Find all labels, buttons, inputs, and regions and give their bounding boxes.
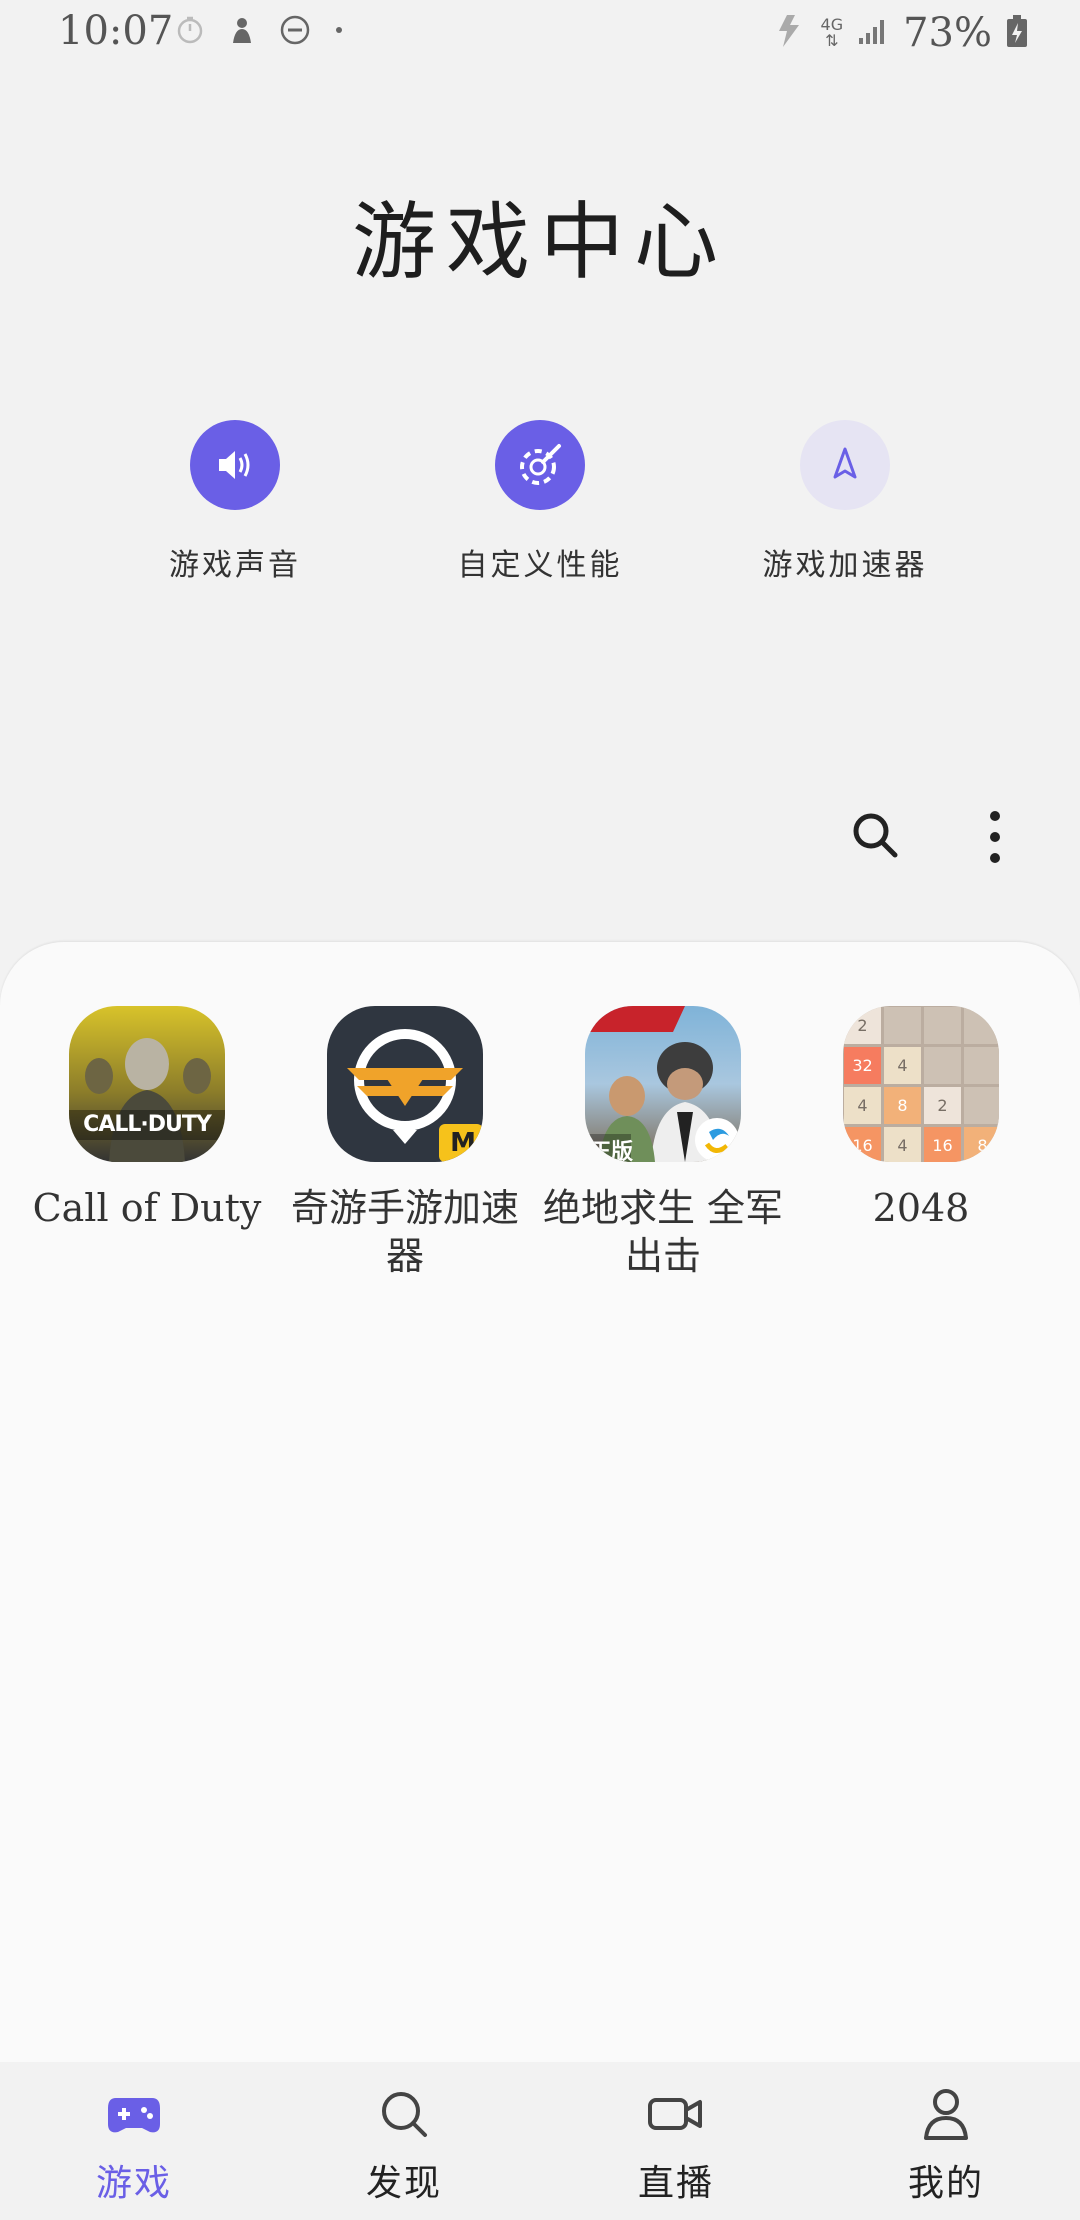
timer-icon (175, 15, 205, 49)
status-time: 10:07 (58, 8, 174, 54)
nav-tab-live[interactable]: 直播 (576, 2088, 776, 2206)
tile (884, 1007, 921, 1044)
signal-icon (857, 16, 889, 50)
nav-tab-profile[interactable]: 我的 (846, 2088, 1046, 2206)
custom-performance-label: 自定义性能 (457, 548, 623, 583)
games-panel: CALL·DUTY Call of Duty M 奇游手游加速器 正版 绝地求生… (0, 942, 1080, 2062)
call-of-duty-logo-text: CALL·DUTY (83, 1112, 212, 1137)
game-booster-button[interactable]: 游戏加速器 (725, 420, 965, 584)
rocket-icon (800, 420, 890, 510)
person-icon (918, 2088, 974, 2140)
qiyou-app-icon: M (327, 1006, 483, 1162)
gamepad-icon (106, 2088, 162, 2140)
tile: 2 (924, 1087, 961, 1124)
nav-label: 发现 (365, 2163, 442, 2204)
game-sound-label: 游戏声音 (169, 548, 301, 583)
bottom-navigation: 游戏 发现 直播 我的 (0, 2062, 1080, 2220)
performance-gear-icon (495, 420, 585, 510)
do-not-disturb-icon (279, 14, 311, 50)
tile: 4 (884, 1127, 921, 1162)
tile: 4 (884, 1047, 921, 1084)
tile (924, 1047, 961, 1084)
custom-performance-button[interactable]: 自定义性能 (420, 420, 660, 584)
tile (964, 1007, 999, 1044)
battery-percent: 73% (903, 10, 992, 56)
game-name: 绝地求生 全军出击 (542, 1186, 784, 1278)
nav-label: 游戏 (95, 2163, 172, 2204)
game-booster-label: 游戏加速器 (762, 548, 928, 583)
search-button[interactable] (850, 810, 900, 860)
tile (964, 1047, 999, 1084)
pubg-app-icon: 正版 (585, 1006, 741, 1162)
status-bar: 10:07 4G ⇅ 73% (0, 0, 1080, 64)
search-icon (376, 2088, 432, 2140)
page-title: 游戏中心 (351, 193, 728, 291)
game-item-2048[interactable]: 2 32 4 4 8 2 16 4 16 8 2048 (792, 1006, 1050, 1232)
network-4g-icon: 4G ⇅ (820, 15, 844, 50)
game-name: 奇游手游加速器 (290, 1186, 519, 1278)
game-item-qiyou-accelerator[interactable]: M 奇游手游加速器 (276, 1006, 534, 1280)
tile: 16 (844, 1127, 881, 1162)
game-item-pubg[interactable]: 正版 绝地求生 全军出击 (534, 1006, 792, 1280)
call-of-duty-app-icon: CALL·DUTY (69, 1006, 225, 1162)
qiyou-badge-text: M (450, 1128, 476, 1158)
tile (924, 1007, 961, 1044)
battery-icon (1006, 14, 1028, 52)
tile: 16 (924, 1127, 961, 1162)
nav-label: 直播 (637, 2163, 714, 2204)
tile: 8 (884, 1087, 921, 1124)
game-sound-button[interactable]: 游戏声音 (115, 420, 355, 584)
more-vert-icon (990, 811, 1000, 863)
game-name: Call of Duty (32, 1186, 262, 1230)
video-camera-icon (648, 2088, 704, 2140)
speaker-icon (190, 420, 280, 510)
quick-actions: 游戏声音 自定义性能 游戏加速器 (0, 420, 1080, 590)
game-item-call-of-duty[interactable]: CALL·DUTY Call of Duty (18, 1006, 276, 1232)
pubg-badge-text: 正版 (589, 1140, 634, 1162)
game-figure-icon (227, 15, 257, 49)
tile (964, 1087, 999, 1124)
more-options-button[interactable] (970, 810, 1020, 864)
search-icon (853, 813, 898, 858)
game-name: 2048 (872, 1186, 970, 1230)
charging-bolt-icon (773, 13, 807, 53)
tile: 8 (964, 1127, 999, 1162)
tile: 32 (844, 1047, 881, 1084)
nav-tab-discover[interactable]: 发现 (304, 2088, 504, 2206)
tile: 2 (844, 1007, 881, 1044)
nav-tab-games[interactable]: 游戏 (34, 2088, 234, 2206)
nav-label: 我的 (907, 2163, 984, 2204)
tile: 4 (844, 1087, 881, 1124)
game-2048-app-icon: 2 32 4 4 8 2 16 4 16 8 (843, 1006, 999, 1162)
notification-dot-icon (333, 15, 345, 49)
